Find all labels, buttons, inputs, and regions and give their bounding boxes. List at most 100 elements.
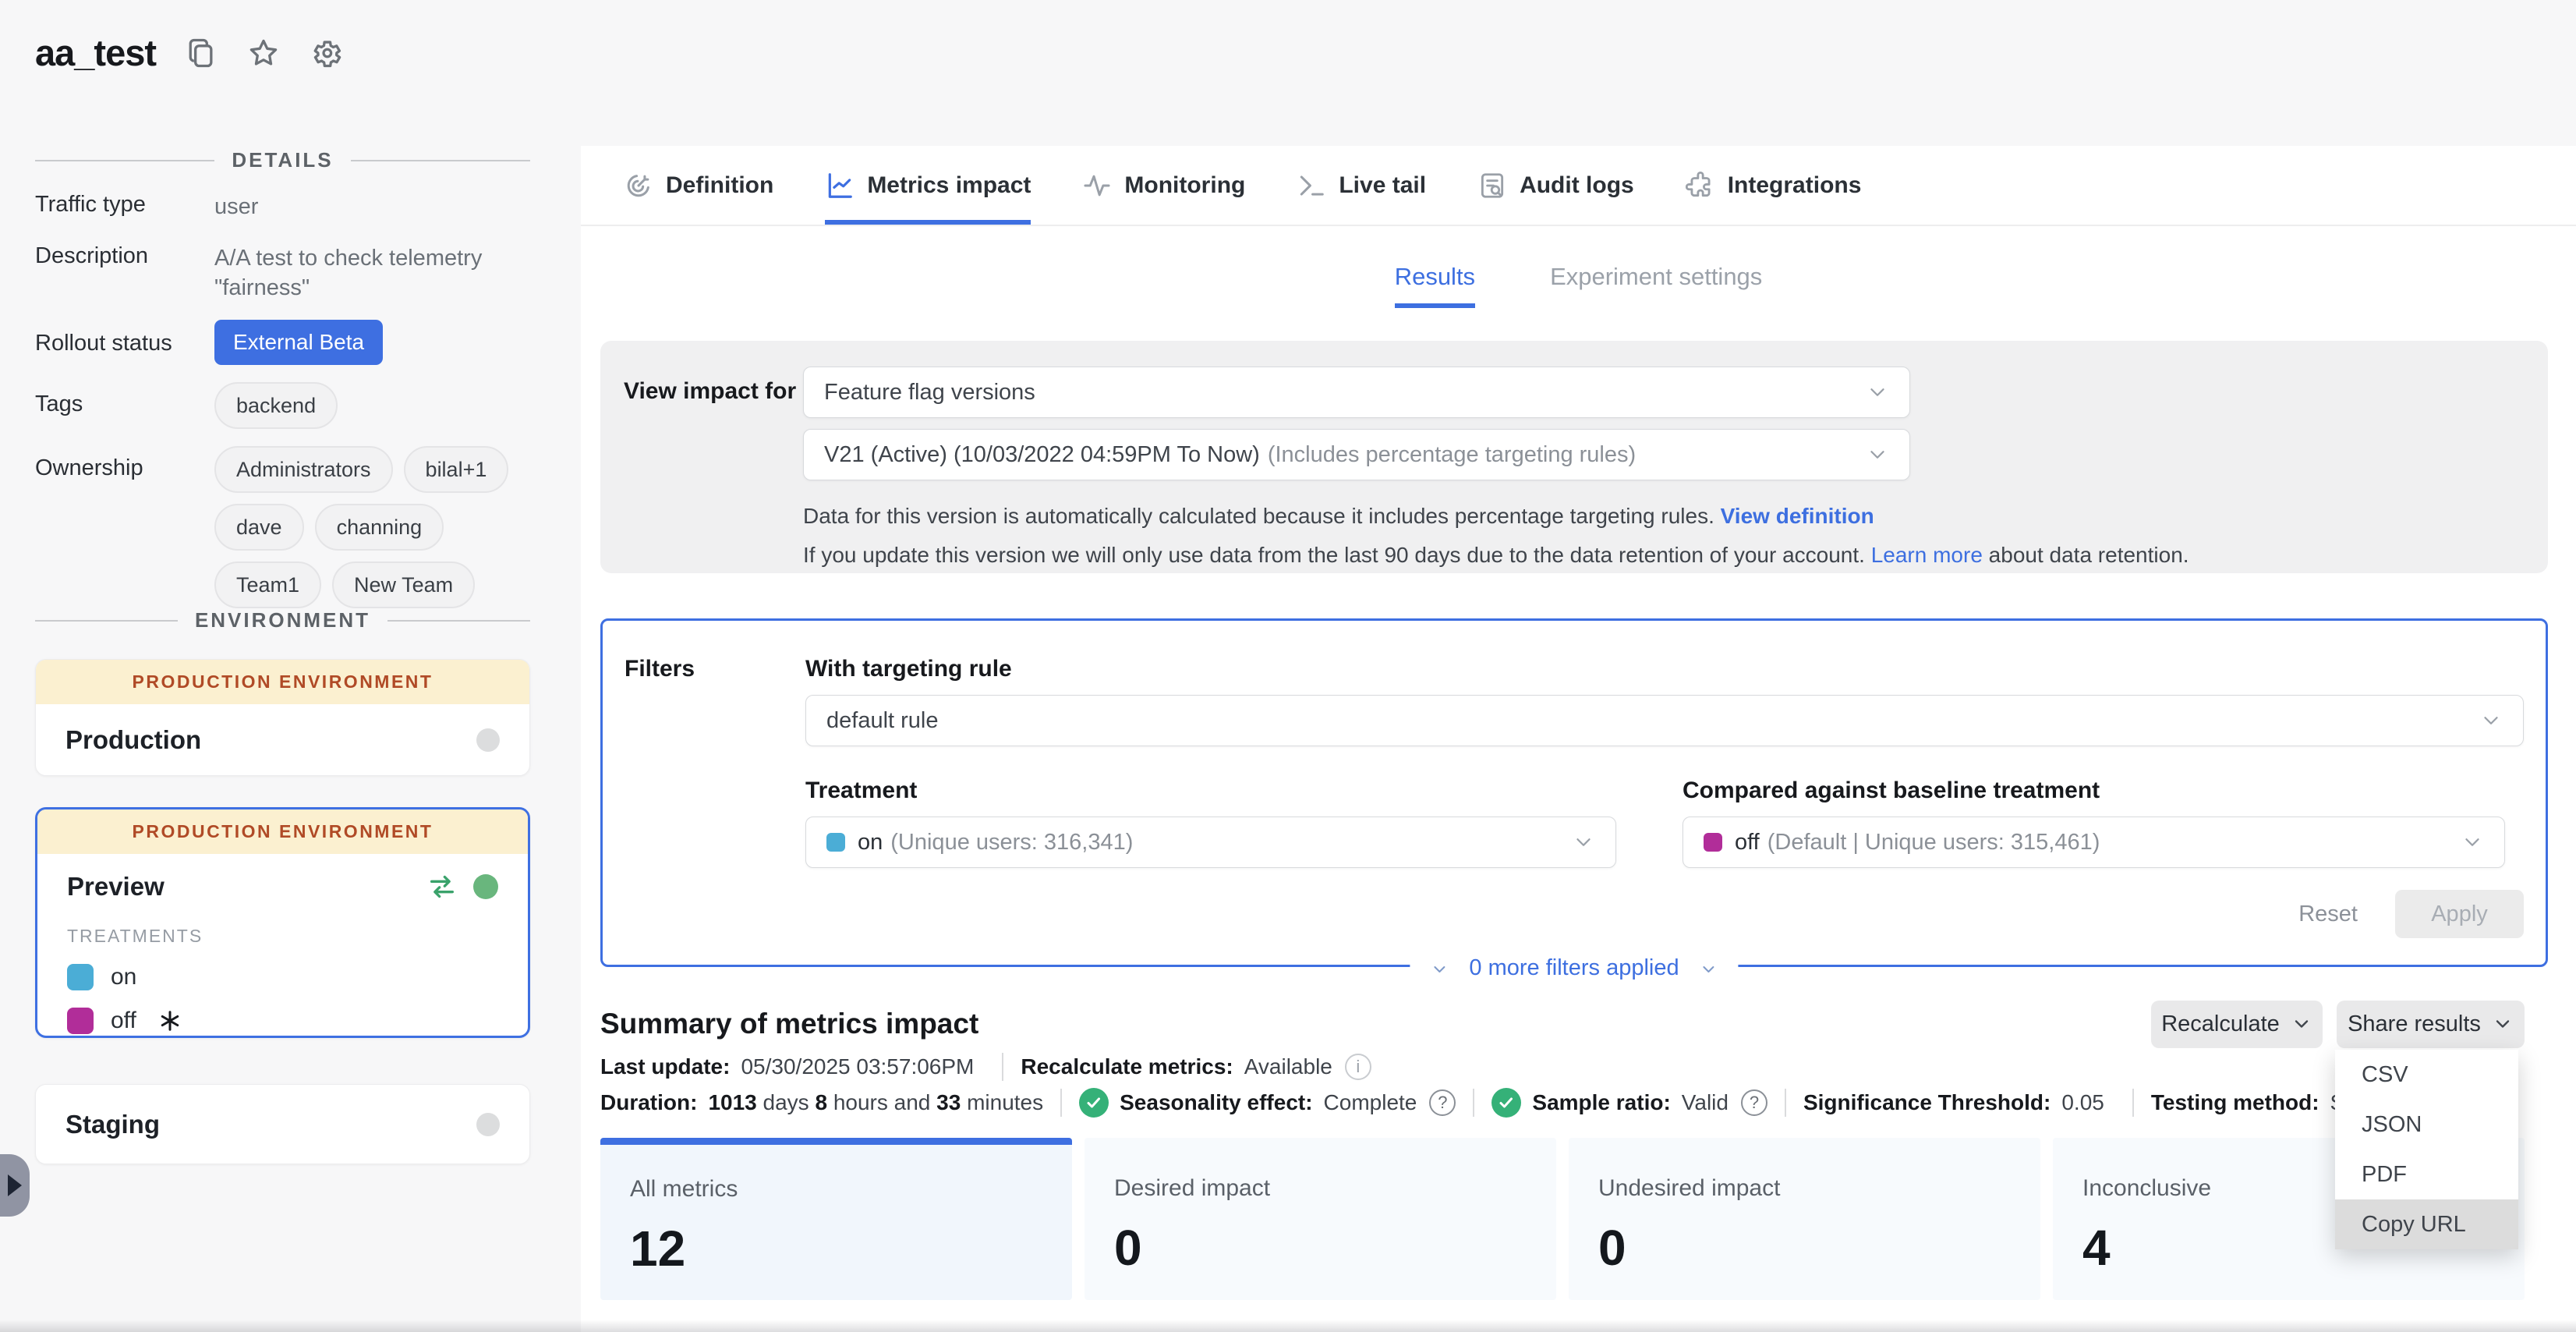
environment-name: Production (65, 725, 476, 755)
subtab-experiment-settings[interactable]: Experiment settings (1550, 263, 1762, 308)
treatment-on-label: on (111, 964, 136, 990)
reset-button[interactable]: Reset (2298, 902, 2358, 927)
targeting-rule-dropdown[interactable]: default rule (805, 695, 2524, 746)
seasonality-label: Seasonality effect: (1120, 1090, 1312, 1115)
significance-value: 0.05 (2061, 1090, 2104, 1115)
learn-more-link[interactable]: Learn more (1871, 543, 1983, 567)
page: aa_test DETAILS Traffic type user Descri… (0, 0, 2576, 1332)
sidebar-expand-handle[interactable] (0, 1154, 30, 1217)
tags-label: Tags (35, 382, 214, 429)
flag-header: aa_test (35, 31, 343, 74)
subtab-results[interactable]: Results (1395, 263, 1475, 308)
data-retention-note: If you update this version we will only … (803, 540, 2518, 571)
more-filters-toggle[interactable]: 0 more filters applied (1410, 955, 1738, 981)
chevron-down-icon (2492, 1013, 2514, 1035)
treatments-heading: TREATMENTS (37, 926, 528, 947)
environment-section-heading: ENVIRONMENT (35, 608, 530, 632)
recalculate-button[interactable]: Recalculate (2151, 1001, 2323, 1048)
environment-name: Staging (65, 1110, 476, 1139)
divider (1473, 1089, 1474, 1117)
treatment-on-row: on (37, 964, 528, 990)
ownership-row: Ownership Administrators bilal+1 dave ch… (35, 446, 530, 608)
pulse-icon (1082, 171, 1112, 200)
owner-pill: Team1 (214, 561, 321, 608)
menu-item-pdf[interactable]: PDF (2335, 1150, 2518, 1199)
treatment-label: Treatment (805, 778, 1616, 804)
expand-triangle-icon (8, 1174, 22, 1196)
environment-status-dot (476, 728, 500, 752)
card-all-metrics[interactable]: All metrics 12 (600, 1138, 1072, 1300)
menu-item-copy-url[interactable]: Copy URL (2335, 1199, 2518, 1249)
question-icon[interactable]: ? (1429, 1089, 1456, 1116)
traffic-type-label: Traffic type (35, 187, 214, 221)
owner-pill: bilal+1 (404, 446, 509, 493)
version-value: V21 (Active) (10/03/2022 04:59PM To Now) (824, 442, 1260, 468)
filters-label: Filters (603, 656, 805, 938)
more-filters-label: 0 more filters applied (1469, 955, 1679, 981)
duration-label: Duration: (600, 1090, 697, 1115)
summary-status-line-2: Duration: 1013 days 8 hours and 33 minut… (600, 1086, 2548, 1119)
success-check-icon (1491, 1088, 1521, 1118)
chevron-down-icon (1430, 959, 1449, 978)
rollout-status-badge: External Beta (214, 320, 383, 365)
menu-item-csv[interactable]: CSV (2335, 1050, 2518, 1100)
testing-method-label: Testing method: (2151, 1090, 2319, 1115)
subtab-bar: Results Experiment settings (581, 263, 2576, 308)
version-note: (Includes percentage targeting rules) (1268, 442, 1866, 468)
rollout-status-row: Rollout status External Beta (35, 320, 530, 365)
environment-card-production[interactable]: PRODUCTION ENVIRONMENT Production (35, 659, 530, 776)
tab-live-tail[interactable]: Live tail (1297, 146, 1426, 225)
chevron-down-icon (2479, 709, 2503, 732)
menu-item-json[interactable]: JSON (2335, 1100, 2518, 1150)
gear-icon[interactable] (309, 36, 343, 70)
version-info-note: Data for this version is automatically c… (803, 501, 2206, 532)
view-definition-link[interactable]: View definition (1721, 504, 1874, 528)
sample-ratio-label: Sample ratio: (1532, 1090, 1670, 1115)
treatment-dropdown[interactable]: on (Unique users: 316,341) (805, 817, 1616, 868)
description-value: A/A test to check telemetry "fairness" (214, 239, 522, 303)
sample-ratio-value: Valid (1682, 1090, 1729, 1115)
divider (1002, 1053, 1003, 1081)
tab-bar: Definition Metrics impact Monitoring Liv… (581, 146, 2576, 226)
description-label: Description (35, 239, 214, 303)
apply-button[interactable]: Apply (2395, 890, 2524, 938)
summary-title: Summary of metrics impact (600, 1008, 2151, 1040)
chevron-down-icon (1866, 381, 1889, 404)
tab-audit-logs[interactable]: Audit logs (1477, 146, 1634, 225)
targeting-rule-label: With targeting rule (805, 656, 2524, 682)
tab-definition[interactable]: Definition (624, 146, 773, 225)
summary-status-line-1: Last update: 05/30/2025 03:57:06PM Recal… (600, 1050, 2548, 1083)
treatment-off-row: off (37, 1008, 528, 1034)
line-chart-icon (825, 171, 855, 200)
baseline-dropdown[interactable]: off (Default | Unique users: 315,461) (1683, 817, 2505, 868)
tab-monitoring[interactable]: Monitoring (1082, 146, 1245, 225)
star-icon[interactable] (246, 36, 281, 70)
production-environment-banner: PRODUCTION ENVIRONMENT (36, 660, 529, 704)
last-update-value: 05/30/2025 03:57:06PM (741, 1054, 974, 1079)
baseline-label: Compared against baseline treatment (1683, 778, 2505, 804)
impact-type-value: Feature flag versions (824, 380, 1866, 406)
tab-metrics-impact[interactable]: Metrics impact (825, 146, 1031, 225)
filters-panel: Filters With targeting rule default rule… (600, 618, 2548, 967)
chevron-down-icon (1700, 959, 1718, 978)
card-desired-impact[interactable]: Desired impact 0 (1085, 1138, 1556, 1300)
impact-type-dropdown[interactable]: Feature flag versions (803, 367, 1910, 418)
environment-card-preview[interactable]: PRODUCTION ENVIRONMENT Preview TREATMENT… (35, 807, 530, 1038)
treatment-value-detail: (Unique users: 316,341) (890, 830, 1572, 856)
tag-pill: backend (214, 382, 338, 429)
share-results-button[interactable]: Share results (2337, 1001, 2525, 1048)
rollout-status-label: Rollout status (35, 320, 214, 365)
last-update-label: Last update: (600, 1054, 730, 1079)
question-icon[interactable]: ? (1741, 1089, 1767, 1116)
version-dropdown[interactable]: V21 (Active) (10/03/2022 04:59PM To Now)… (803, 429, 1910, 480)
copy-icon[interactable] (184, 36, 218, 70)
sidebar: aa_test DETAILS Traffic type user Descri… (0, 0, 581, 1332)
view-impact-label: View impact for (600, 341, 803, 573)
baseline-value-detail: (Default | Unique users: 315,461) (1767, 830, 2461, 856)
recalculate-metrics-value: Available (1244, 1054, 1332, 1079)
traffic-type-row: Traffic type user (35, 187, 530, 221)
tab-integrations[interactable]: Integrations (1686, 146, 1862, 225)
environment-card-staging[interactable]: Staging (35, 1084, 530, 1164)
info-icon[interactable]: i (1345, 1054, 1371, 1080)
card-undesired-impact[interactable]: Undesired impact 0 (1569, 1138, 2040, 1300)
